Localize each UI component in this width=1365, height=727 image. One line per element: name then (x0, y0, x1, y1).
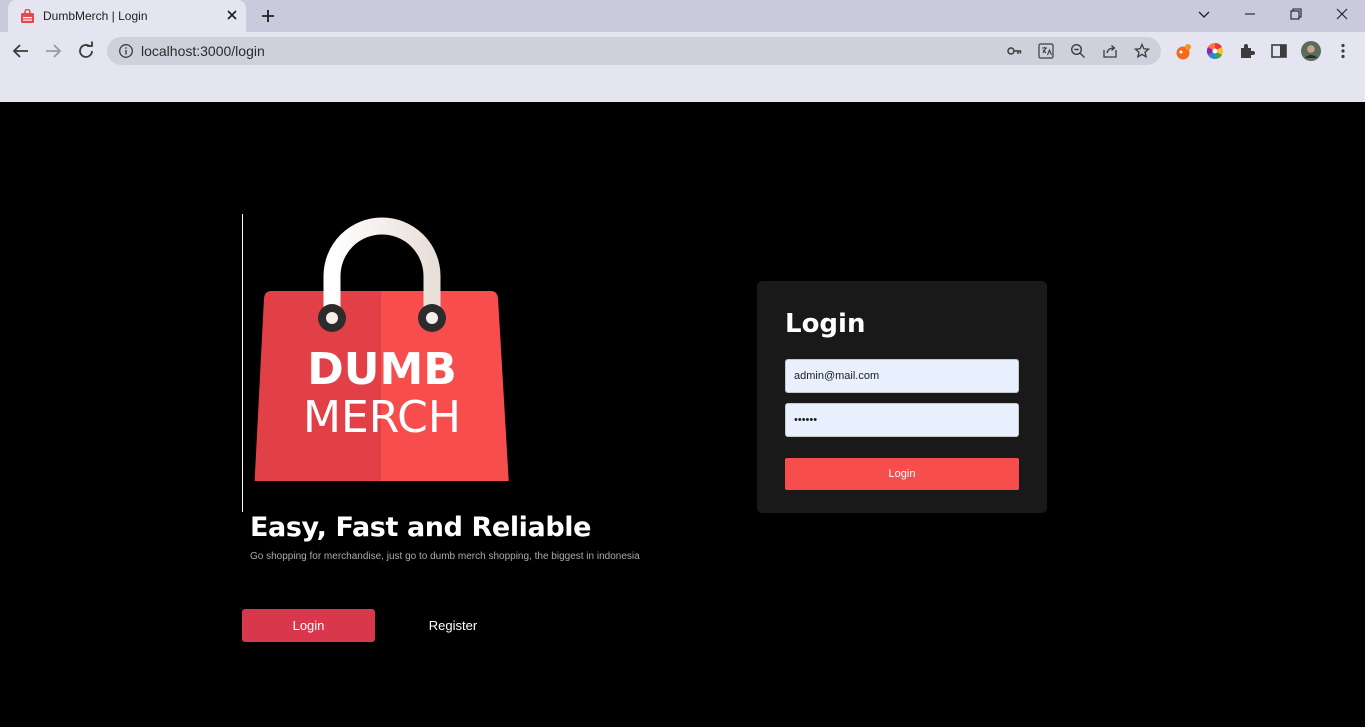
logo-text-dumb: DUMB (307, 344, 457, 395)
browser-toolbar: localhost:3000/login (0, 32, 1365, 70)
email-field[interactable] (785, 359, 1019, 393)
close-tab-icon[interactable] (224, 7, 240, 23)
site-info-icon[interactable] (118, 43, 134, 59)
tab-search-chevron-icon[interactable] (1193, 4, 1215, 24)
new-tab-icon[interactable] (259, 7, 277, 25)
bookmark-bar (0, 70, 1365, 102)
tab-title: DumbMerch | Login (43, 9, 148, 23)
tab-strip: DumbMerch | Login (0, 0, 1365, 32)
password-field[interactable] (785, 403, 1019, 437)
share-icon[interactable] (1102, 43, 1118, 59)
minimize-icon[interactable] (1239, 4, 1261, 24)
close-window-icon[interactable] (1331, 4, 1353, 24)
extension-orange-icon[interactable] (1174, 41, 1194, 61)
login-card-title: Login (785, 309, 866, 339)
profile-avatar-icon[interactable] (1301, 41, 1321, 61)
hero-subtitle: Go shopping for merchandise, just go to … (250, 551, 640, 562)
restore-icon[interactable] (1285, 4, 1307, 24)
key-icon[interactable] (1006, 43, 1022, 59)
shopping-bag-favicon-icon (21, 9, 34, 23)
browser-tab[interactable]: DumbMerch | Login (8, 0, 246, 32)
translate-icon[interactable] (1038, 43, 1054, 59)
login-card: Login Login (757, 281, 1047, 513)
extensions-puzzle-icon[interactable] (1237, 41, 1257, 61)
side-panel-icon[interactable] (1269, 41, 1289, 61)
menu-kebab-icon[interactable] (1333, 41, 1353, 61)
hero-tagline: Easy, Fast and Reliable (250, 512, 592, 543)
back-arrow-icon[interactable] (10, 40, 32, 62)
logo-text-merch: MERCH (303, 392, 461, 443)
hero-register-button[interactable]: Register (420, 609, 486, 642)
color-wheel-extension-icon[interactable] (1205, 41, 1225, 61)
zoom-out-icon[interactable] (1070, 43, 1086, 59)
bookmark-star-icon[interactable] (1134, 43, 1150, 59)
reload-icon[interactable] (75, 40, 97, 62)
login-page: DUMB MERCH Easy, Fast and Reliable Go sh… (0, 102, 1365, 727)
divider-line (242, 214, 243, 512)
forward-arrow-icon[interactable] (42, 40, 64, 62)
login-submit-button[interactable]: Login (785, 458, 1019, 490)
address-bar[interactable]: localhost:3000/login (107, 37, 1161, 65)
hero-login-button[interactable]: Login (242, 609, 375, 642)
url-text: localhost:3000/login (141, 43, 265, 59)
dumbmerch-bag-logo: DUMB MERCH (254, 217, 509, 481)
